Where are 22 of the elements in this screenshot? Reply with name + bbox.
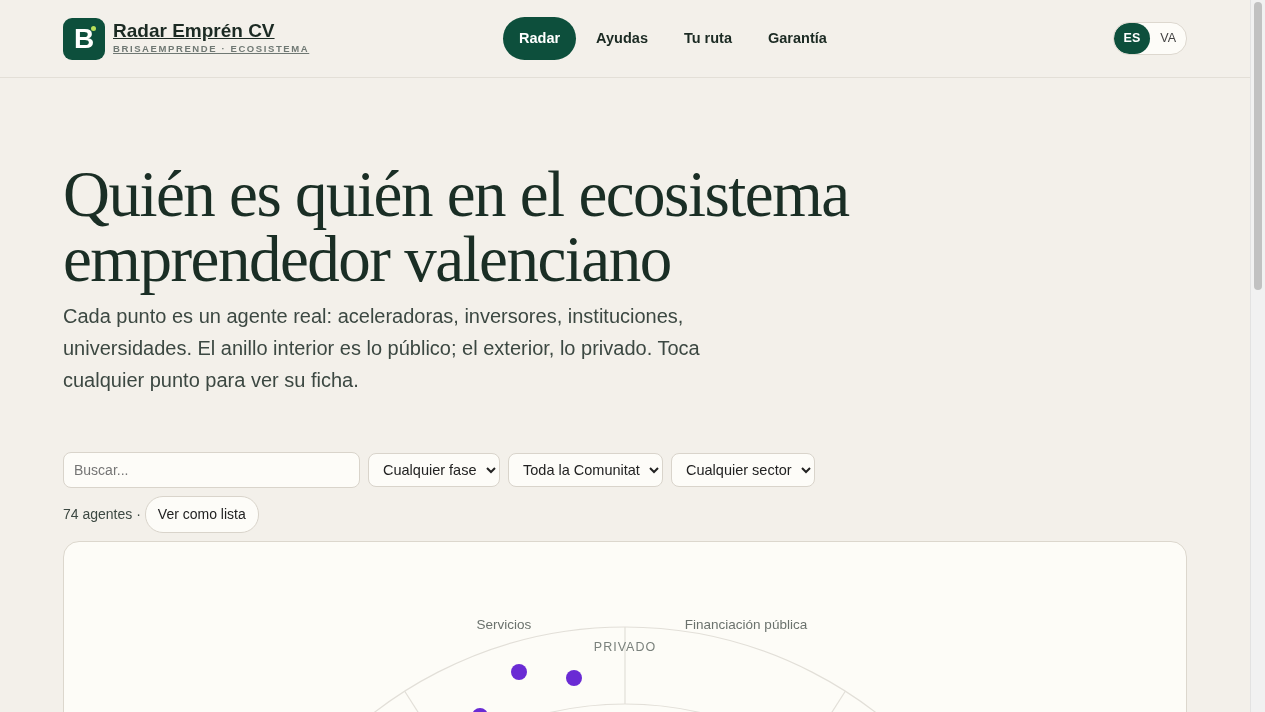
filter-dropdown[interactable]: Cualquier fase	[368, 453, 500, 487]
nav-tab[interactable]: Garantía	[752, 16, 843, 61]
logo-icon[interactable]: B	[63, 17, 105, 60]
brand-subtitle: BRISAEMPRENDE · ECOSISTEMA	[113, 41, 310, 56]
filter-dropdown[interactable]: Toda la Comunitat	[508, 453, 663, 487]
agent-dot[interactable]	[566, 670, 582, 686]
scrollbar[interactable]	[1250, 0, 1265, 712]
nav-tab[interactable]: Radar	[503, 16, 577, 61]
agent-dot[interactable]	[511, 664, 527, 680]
ring-label: PRIVADO	[593, 640, 657, 654]
language-button[interactable]: ES	[1113, 23, 1151, 54]
filter-dropdown[interactable]: Cualquier sector	[671, 453, 815, 487]
brand-title[interactable]: Radar Emprén CV	[113, 20, 310, 42]
sector-label: Financiación pública	[684, 617, 808, 632]
intro-paragraph: Cada punto es un agente real: aceleradoras, inversores, instituciones, universidades. El anillo interior es lo público; el exterior, lo privado. Toca cualquier punto para ver su ficha.	[63, 304, 701, 393]
nav-tab[interactable]: Tu ruta	[667, 16, 748, 61]
search-field[interactable]: Buscar...	[63, 452, 360, 488]
sector-label: Servicios	[476, 617, 532, 632]
language-button[interactable]: VA	[1150, 23, 1186, 54]
nav-tab[interactable]: Ayudas	[580, 16, 664, 61]
agent-count: 74 agentes ·	[63, 505, 141, 524]
list-view-button[interactable]: Ver como lista	[144, 496, 259, 533]
